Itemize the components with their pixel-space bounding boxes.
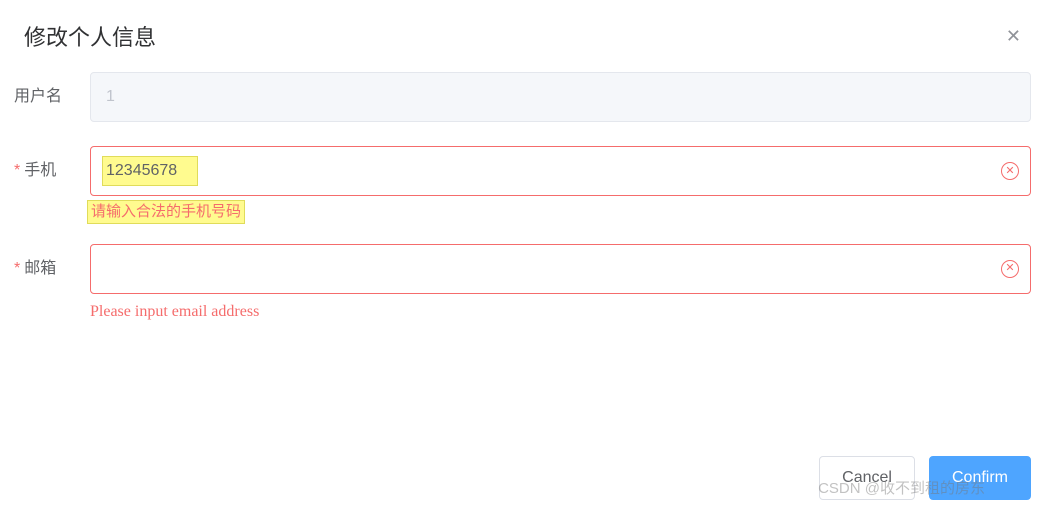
cancel-button[interactable]: Cancel xyxy=(819,456,915,500)
phone-content: 12345678 ✕ 请输入合法的手机号码 xyxy=(90,146,1031,224)
phone-error-text: 请输入合法的手机号码 xyxy=(87,200,245,224)
username-content xyxy=(90,72,1031,122)
email-input[interactable] xyxy=(90,244,1031,294)
form-item-username: 用户名 xyxy=(14,72,1031,122)
phone-label: 手机 xyxy=(14,146,90,224)
email-input-wrapper: ✕ xyxy=(90,244,1031,294)
form: 用户名 手机 12345678 ✕ 请输入合法的手机号码 xyxy=(0,72,1045,322)
confirm-button[interactable]: Confirm xyxy=(929,456,1031,500)
dialog-header: 修改个人信息 ✕ xyxy=(0,20,1045,72)
edit-profile-dialog: 修改个人信息 ✕ 用户名 手机 12345678 ✕ xyxy=(0,0,1045,322)
error-circle-icon: ✕ xyxy=(1001,162,1019,180)
email-error-message: Please input email address xyxy=(90,294,1031,323)
phone-input-wrapper: 12345678 ✕ xyxy=(90,146,1031,196)
dialog-footer: Cancel Confirm xyxy=(819,456,1031,500)
username-input-wrapper xyxy=(90,72,1031,122)
email-content: ✕ Please input email address xyxy=(90,244,1031,323)
phone-input[interactable] xyxy=(90,146,1031,196)
close-icon[interactable]: ✕ xyxy=(1006,26,1021,47)
email-label: 邮箱 xyxy=(14,244,90,323)
username-label: 用户名 xyxy=(14,72,90,122)
phone-error-message: 请输入合法的手机号码 xyxy=(90,196,1031,224)
form-item-email: 邮箱 ✕ Please input email address xyxy=(14,244,1031,323)
username-input xyxy=(90,72,1031,122)
form-item-phone: 手机 12345678 ✕ 请输入合法的手机号码 xyxy=(14,146,1031,224)
dialog-title: 修改个人信息 xyxy=(24,20,156,52)
error-circle-icon: ✕ xyxy=(1001,260,1019,278)
